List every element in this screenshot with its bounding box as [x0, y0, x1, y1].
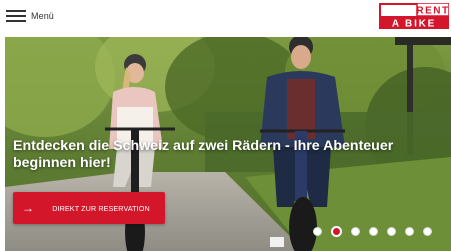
carousel-dot-7[interactable] [423, 226, 432, 236]
hamburger-icon[interactable] [6, 10, 26, 22]
logo-line2: A BIKE [392, 19, 436, 30]
top-bar: Menü RENT A BIKE [0, 0, 451, 34]
carousel-dot-2[interactable] [331, 225, 342, 237]
hero-banner: Entdecken die Schweiz auf zwei Rädern - … [5, 37, 451, 251]
carousel-pagination [313, 225, 441, 237]
carousel-dot-3[interactable] [351, 226, 360, 236]
hero-headline: Entdecken die Schweiz auf zwei Rädern - … [13, 138, 394, 171]
direct-reservation-label[interactable]: DIREKT ZUR RESERVATION [43, 204, 165, 213]
carousel-dot-6[interactable] [405, 226, 414, 236]
logo-line1: RENT [416, 6, 449, 17]
direct-reservation-button[interactable]: → DIREKT ZUR RESERVATION [13, 192, 165, 224]
menu-button[interactable]: Menü [6, 7, 54, 25]
carousel-dot-1[interactable] [313, 226, 322, 236]
carousel-dot-4[interactable] [369, 226, 378, 236]
menu-label[interactable]: Menü [31, 11, 54, 21]
arrow-right-icon[interactable]: → [13, 192, 43, 224]
carousel-dot-5[interactable] [387, 226, 396, 236]
rent-a-bike-logo[interactable]: RENT A BIKE [379, 3, 449, 29]
